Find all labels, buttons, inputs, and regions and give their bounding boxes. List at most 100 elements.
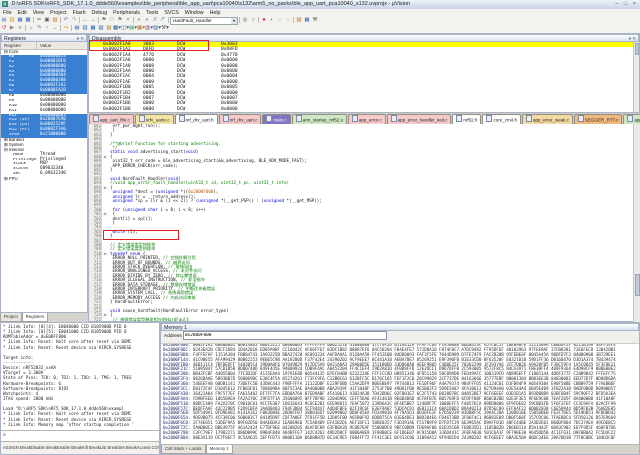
bottom-tab-memory-1[interactable]: Memory 1: [205, 445, 233, 454]
insert-breakpoint-icon[interactable]: ●: [260, 17, 268, 24]
file-tab-main.c[interactable]: main.c: [262, 114, 291, 124]
save-icon[interactable]: ▦: [16, 17, 24, 24]
uncomment-icon[interactable]: /*: [159, 17, 167, 24]
indent-left-icon[interactable]: «: [135, 17, 143, 24]
enable-breakpoint-icon[interactable]: ◐: [268, 17, 276, 24]
function-select-combo[interactable]: HardFault_Handler ▾: [170, 17, 238, 25]
command-input[interactable]: >: [1, 430, 159, 441]
file-tab-app_uart_fifo.c[interactable]: app_uart_fifo.c: [89, 114, 134, 124]
watch-window-icon[interactable]: ▩▾: [113, 25, 121, 32]
registers-window-icon[interactable]: ▧: [97, 25, 105, 32]
step-into-icon[interactable]: ↓: [27, 25, 35, 32]
bottom-tab-call-stack-locals[interactable]: Call Stack + Locals: [161, 445, 206, 454]
disassembly-scrollbar[interactable]: [633, 42, 639, 112]
flash-download-icon[interactable]: ▧: [295, 17, 303, 24]
analysis-window-icon[interactable]: ▦▾: [137, 25, 145, 32]
run-to-cursor-icon[interactable]: →: [51, 25, 59, 32]
workspace-tab-project[interactable]: Project: [0, 313, 22, 322]
menu-window[interactable]: Window: [182, 9, 207, 17]
scrollbar-thumb[interactable]: [634, 43, 639, 55]
file-tab-nrf_drv_uart.c[interactable]: nrf_drv_uart.c: [218, 114, 262, 124]
menu-flash[interactable]: Flash: [70, 9, 89, 17]
configure-icon[interactable]: ⚒: [311, 17, 319, 24]
disassembly-opcode: 0000: [143, 106, 155, 112]
copy-icon[interactable]: ▣: [43, 17, 51, 24]
find-in-files-icon[interactable]: ◎: [241, 17, 249, 24]
registers-panel-caption[interactable]: Registers ▾ ✕: [1, 34, 87, 42]
file-icon: [486, 115, 493, 122]
menu-tools[interactable]: Tools: [143, 9, 161, 17]
file-tab-arm_startup_nrf52.s[interactable]: arm_startup_nrf52.s: [291, 114, 347, 124]
file-tab-core_cm4.h[interactable]: core_cm4.h: [482, 114, 521, 124]
toolbar-separator: [239, 17, 240, 23]
memory-row[interactable]: 0x2000F804: 00E3A119 DC7F0EF7 4C5AA635 2…: [161, 436, 639, 442]
open-icon[interactable]: ▥: [8, 17, 16, 24]
nav-back-icon[interactable]: ←: [81, 17, 89, 24]
step-over-icon[interactable]: ↷: [35, 25, 43, 32]
bookmark-icon[interactable]: ⚑: [100, 17, 108, 24]
workspace-tab-registers[interactable]: Registers: [21, 313, 49, 322]
disassembly-row[interactable]: 0x0002F1B8 0000 DCW 0x0000: [89, 107, 639, 112]
symbols-window-icon[interactable]: ▦: [89, 25, 97, 32]
menu-peripherals[interactable]: Peripherals: [110, 9, 143, 17]
code-text: /**@brief Function for starting advertis…: [110, 140, 221, 146]
file-tab-nrfx_uarte.c[interactable]: nrfx_uarte.c: [134, 114, 174, 124]
file-tab-nrf_drv_uart.h[interactable]: nrf_drv_uart.h: [174, 114, 218, 124]
scrollbar-thumb[interactable]: [634, 274, 640, 296]
panel-pin-close-icons[interactable]: ▾ ✕: [77, 35, 84, 43]
next-bookmark-icon[interactable]: ⚑: [116, 17, 124, 24]
memory-address-input[interactable]: [182, 331, 387, 341]
trace-window-icon[interactable]: ▥▾: [145, 25, 153, 32]
code-editor[interactable]: 681 nrf_pwr_mgmt_run(); 682 } 683} 684 685/*…: [88, 124, 640, 322]
redo-icon[interactable]: ↷: [70, 17, 78, 24]
file-tab-app_error_weak.c[interactable]: app_error_weak.c: [521, 114, 573, 124]
code-text: nrf_pwr_mgmt_run();: [110, 124, 161, 128]
system-viewer-icon[interactable]: ▧▾: [153, 25, 161, 32]
command-window-icon[interactable]: ▤: [73, 25, 81, 32]
menu-edit[interactable]: Edit: [15, 9, 30, 17]
file-tab-app_error_handler_keil.c[interactable]: app_error_handler_keil.c: [386, 114, 452, 124]
menu-svcs[interactable]: SVCS: [161, 9, 181, 17]
undo-icon[interactable]: ↶: [62, 17, 70, 24]
save-all-icon[interactable]: ▩: [24, 17, 32, 24]
prev-bookmark-icon[interactable]: ⚐: [108, 17, 116, 24]
find-icon[interactable]: ○: [249, 17, 257, 24]
nav-forward-icon[interactable]: →: [89, 17, 97, 24]
file-tab-nrf52.h[interactable]: nrf52.h: [452, 114, 482, 124]
menu-file[interactable]: File: [0, 9, 15, 17]
window-layout-icon[interactable]: ▦: [303, 17, 311, 24]
file-icon: [627, 115, 634, 122]
clear-bookmarks-icon[interactable]: ×: [124, 17, 132, 24]
disassembly-window-icon[interactable]: ▥: [81, 25, 89, 32]
show-next-statement-icon[interactable]: ⇒: [62, 25, 70, 32]
register-value: 6.09632340: [40, 171, 66, 177]
reset-icon[interactable]: ↺: [0, 25, 8, 32]
memory-window-icon[interactable]: ◫▾: [121, 25, 129, 32]
menu-project[interactable]: Project: [47, 9, 70, 17]
menu-debug[interactable]: Debug: [89, 9, 111, 17]
serial-window-icon[interactable]: ▤▾: [129, 25, 137, 32]
file-tab-app_error.c[interactable]: app_error.c: [347, 114, 386, 124]
editor-scrollbar[interactable]: [633, 124, 640, 322]
comment-icon[interactable]: //: [151, 17, 159, 24]
file-tab-app_util_platform.h[interactable]: app_util_platform.h: [623, 114, 640, 124]
kill-breakpoints-icon[interactable]: ◌: [284, 17, 292, 24]
indent-right-icon[interactable]: »: [143, 17, 151, 24]
menu-help[interactable]: Help: [207, 9, 224, 17]
new-file-icon[interactable]: ▤: [0, 17, 8, 24]
memory-panel-caption[interactable]: Memory 1: [161, 323, 639, 331]
window-buttons[interactable]: – □ ×: [615, 0, 638, 9]
stop-icon[interactable]: ■: [16, 25, 24, 32]
cut-icon[interactable]: ✂: [35, 17, 43, 24]
register-group-fpu[interactable]: ⊞ FPU: [1, 177, 87, 182]
menu-view[interactable]: View: [30, 9, 47, 17]
chevron-down-icon[interactable]: ▾: [231, 18, 237, 24]
step-out-icon[interactable]: ↑: [43, 25, 51, 32]
disable-breakpoint-icon[interactable]: ○: [276, 17, 284, 24]
paste-icon[interactable]: ▨: [51, 17, 59, 24]
file-tab-label: SEGGER_RTT.c: [584, 117, 619, 123]
file-tab-SEGGER_RTT.c[interactable]: SEGGER_RTT.c: [573, 114, 623, 124]
run-icon[interactable]: ▶: [8, 25, 16, 32]
callstack-window-icon[interactable]: ▨: [105, 25, 113, 32]
toolbox-icon[interactable]: ⚒▾: [161, 25, 169, 32]
